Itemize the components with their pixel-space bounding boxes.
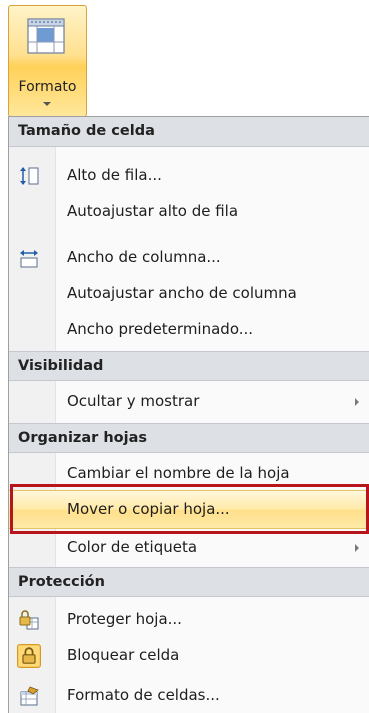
menu-item-column-width[interactable]: Ancho de columna... (9, 239, 369, 276)
menu-item-label: Proteger hoja... (67, 610, 182, 628)
menu-item-label: Alto de fila... (67, 166, 162, 184)
menu-item-label: Autoajustar alto de fila (67, 202, 239, 220)
menu-item-row-height[interactable]: Alto de fila... (9, 157, 369, 194)
column-width-icon (20, 250, 38, 268)
menu-item-hide-unhide[interactable]: Ocultar y mostrar (9, 383, 369, 420)
format-button-label: Formato (18, 79, 77, 95)
chevron-right-icon (355, 544, 359, 552)
menu-item-lock-cell[interactable]: Bloquear celda (9, 637, 369, 674)
menu-item-rename-sheet[interactable]: Cambiar el nombre de la hoja (9, 455, 369, 492)
menu-item-label: Bloquear celda (67, 646, 180, 664)
menu-item-label: Ocultar y mostrar (67, 392, 200, 410)
format-ribbon-button[interactable]: Formato (8, 5, 87, 117)
section-header-organize-sheets: Organizar hojas (9, 423, 369, 453)
lock-icon (17, 644, 41, 668)
menu-item-label: Color de etiqueta (67, 538, 198, 556)
menu-item-format-cells[interactable]: Formato de celdas... (9, 677, 369, 713)
menu-item-label: Mover o copiar hoja... (67, 500, 230, 518)
menu-item-default-width[interactable]: Ancho predeterminado... (9, 311, 369, 348)
chevron-right-icon (355, 398, 359, 406)
menu-item-label: Autoajustar ancho de columna (67, 284, 297, 302)
format-cells-dialog-icon (20, 686, 39, 706)
menu-item-autofit-row-height[interactable]: Autoajustar alto de fila (9, 193, 369, 230)
section-header-protection: Protección (9, 567, 369, 597)
protect-sheet-icon (19, 610, 39, 630)
chevron-down-icon (43, 102, 51, 106)
row-height-icon (20, 167, 39, 185)
menu-item-protect-sheet[interactable]: Proteger hoja... (9, 601, 369, 638)
menu-item-label: Formato de celdas... (67, 686, 220, 704)
menu-item-label: Ancho predeterminado... (67, 320, 254, 338)
section-header-visibility: Visibilidad (9, 351, 369, 381)
section-header-cell-size: Tamaño de celda (9, 117, 369, 147)
menu-item-label: Cambiar el nombre de la hoja (67, 464, 290, 482)
format-cells-icon (27, 18, 65, 54)
menu-item-move-copy-sheet[interactable]: Mover o copiar hoja... (9, 490, 369, 529)
menu-item-tab-color[interactable]: Color de etiqueta (9, 529, 369, 566)
menu-item-autofit-column-width[interactable]: Autoajustar ancho de columna (9, 275, 369, 312)
format-dropdown-menu: Tamaño de celda Alto de fila... Autoajus… (8, 116, 369, 713)
menu-item-label: Ancho de columna... (67, 248, 221, 266)
